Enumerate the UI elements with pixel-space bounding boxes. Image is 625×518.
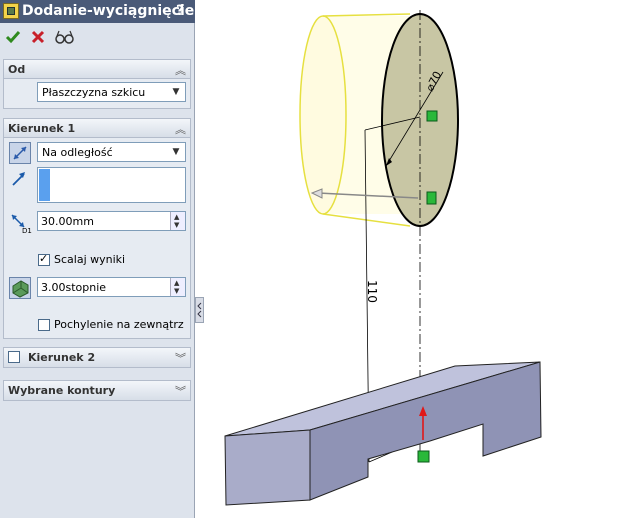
check-icon — [5, 31, 21, 44]
draft-angle-input[interactable]: 3.00stopnie ▲ ▼ — [37, 277, 186, 297]
coincident-relation-icon[interactable] — [426, 110, 438, 122]
origin-relation-icon[interactable] — [417, 450, 430, 463]
merge-result-label: Scalaj wyniki — [54, 253, 126, 266]
merge-result-checkbox[interactable] — [38, 252, 50, 266]
selected-contours-section: Wybrane kontury ︾ — [3, 380, 191, 401]
property-manager-panel: Dodanie-wyciągnięcie2 ? Od ︽ Płaszczyzna… — [0, 0, 204, 518]
extrude-feature-icon — [3, 3, 19, 19]
from-section: Od ︽ Płaszczyzna szkicu ▼ — [3, 59, 191, 109]
graphics-viewport[interactable]: ⌀70 110 — [196, 0, 625, 518]
chevron-down-icon: ▼ — [172, 147, 180, 157]
help-button[interactable]: ? — [176, 3, 184, 19]
selected-contours-title: Wybrane kontury — [8, 384, 116, 397]
chevron-down-icon: ▼ — [172, 87, 180, 97]
draft-angle-value: 3.00stopnie — [41, 281, 107, 294]
draft-icon — [12, 280, 29, 298]
direction-selection-box[interactable] — [37, 167, 186, 203]
block-front-face[interactable] — [224, 429, 311, 506]
collapse-chevron-icon: ︽ — [175, 123, 186, 136]
end-condition-select[interactable]: Na odległość ▼ — [37, 142, 186, 162]
start-condition-select[interactable]: Płaszczyzna szkicu ▼ — [37, 82, 186, 102]
cancel-button[interactable] — [27, 26, 49, 48]
expand-chevron-icon: ︾ — [175, 352, 186, 365]
detailed-preview-button[interactable] — [53, 26, 75, 48]
selected-contours-header[interactable]: Wybrane kontury ︾ — [4, 381, 190, 400]
draft-outward-checkbox[interactable] — [38, 319, 50, 331]
close-icon — [31, 30, 45, 44]
direction1-section-header[interactable]: Kierunek 1 ︽ — [4, 119, 190, 138]
direction2-section-header[interactable]: Kierunek 2 ︾ — [4, 348, 190, 367]
draft-toggle-button[interactable] — [9, 277, 31, 299]
collapse-chevron-icon: ︽ — [175, 64, 186, 77]
direction2-section: Kierunek 2 ︾ — [3, 347, 191, 368]
height-dimension-text[interactable]: 110 — [365, 280, 379, 303]
title-bar: Dodanie-wyciągnięcie2 ? — [0, 0, 204, 23]
direction1-section: Kierunek 1 ︽ Na odległość ▼ D1 30.00mm ▲… — [3, 118, 191, 339]
action-toolbar — [0, 24, 195, 50]
draft-outward-label: Pochylenie na zewnątrz — [54, 318, 184, 331]
depth-input[interactable]: 30.00mm ▲ ▼ — [37, 211, 186, 231]
selection-active-indicator — [39, 169, 50, 201]
direction2-section-title: Kierunek 2 — [28, 351, 96, 364]
direction-vector-icon — [9, 169, 31, 191]
cylinder-back-face — [299, 15, 347, 215]
direction2-checkbox[interactable] — [8, 351, 20, 363]
depth-dimension-icon: D1 — [8, 211, 32, 235]
end-condition-value: Na odległość — [42, 146, 113, 159]
vertical-relation-icon[interactable] — [426, 191, 437, 205]
direction1-section-title: Kierunek 1 — [8, 122, 76, 135]
from-section-header[interactable]: Od ︽ — [4, 60, 190, 79]
draft-angle-spinner[interactable]: ▲ ▼ — [170, 278, 185, 296]
glasses-icon — [55, 30, 74, 44]
ok-button[interactable] — [2, 26, 24, 48]
depth-spinner[interactable]: ▲ ▼ — [170, 212, 185, 230]
expand-chevron-icon: ︾ — [175, 385, 186, 398]
from-section-title: Od — [8, 63, 26, 76]
depth-value: 30.00mm — [41, 215, 94, 228]
svg-text:D1: D1 — [22, 227, 32, 235]
reverse-direction-button[interactable] — [9, 142, 31, 164]
start-condition-value: Płaszczyzna szkicu — [42, 86, 146, 99]
reverse-direction-icon — [13, 146, 27, 160]
